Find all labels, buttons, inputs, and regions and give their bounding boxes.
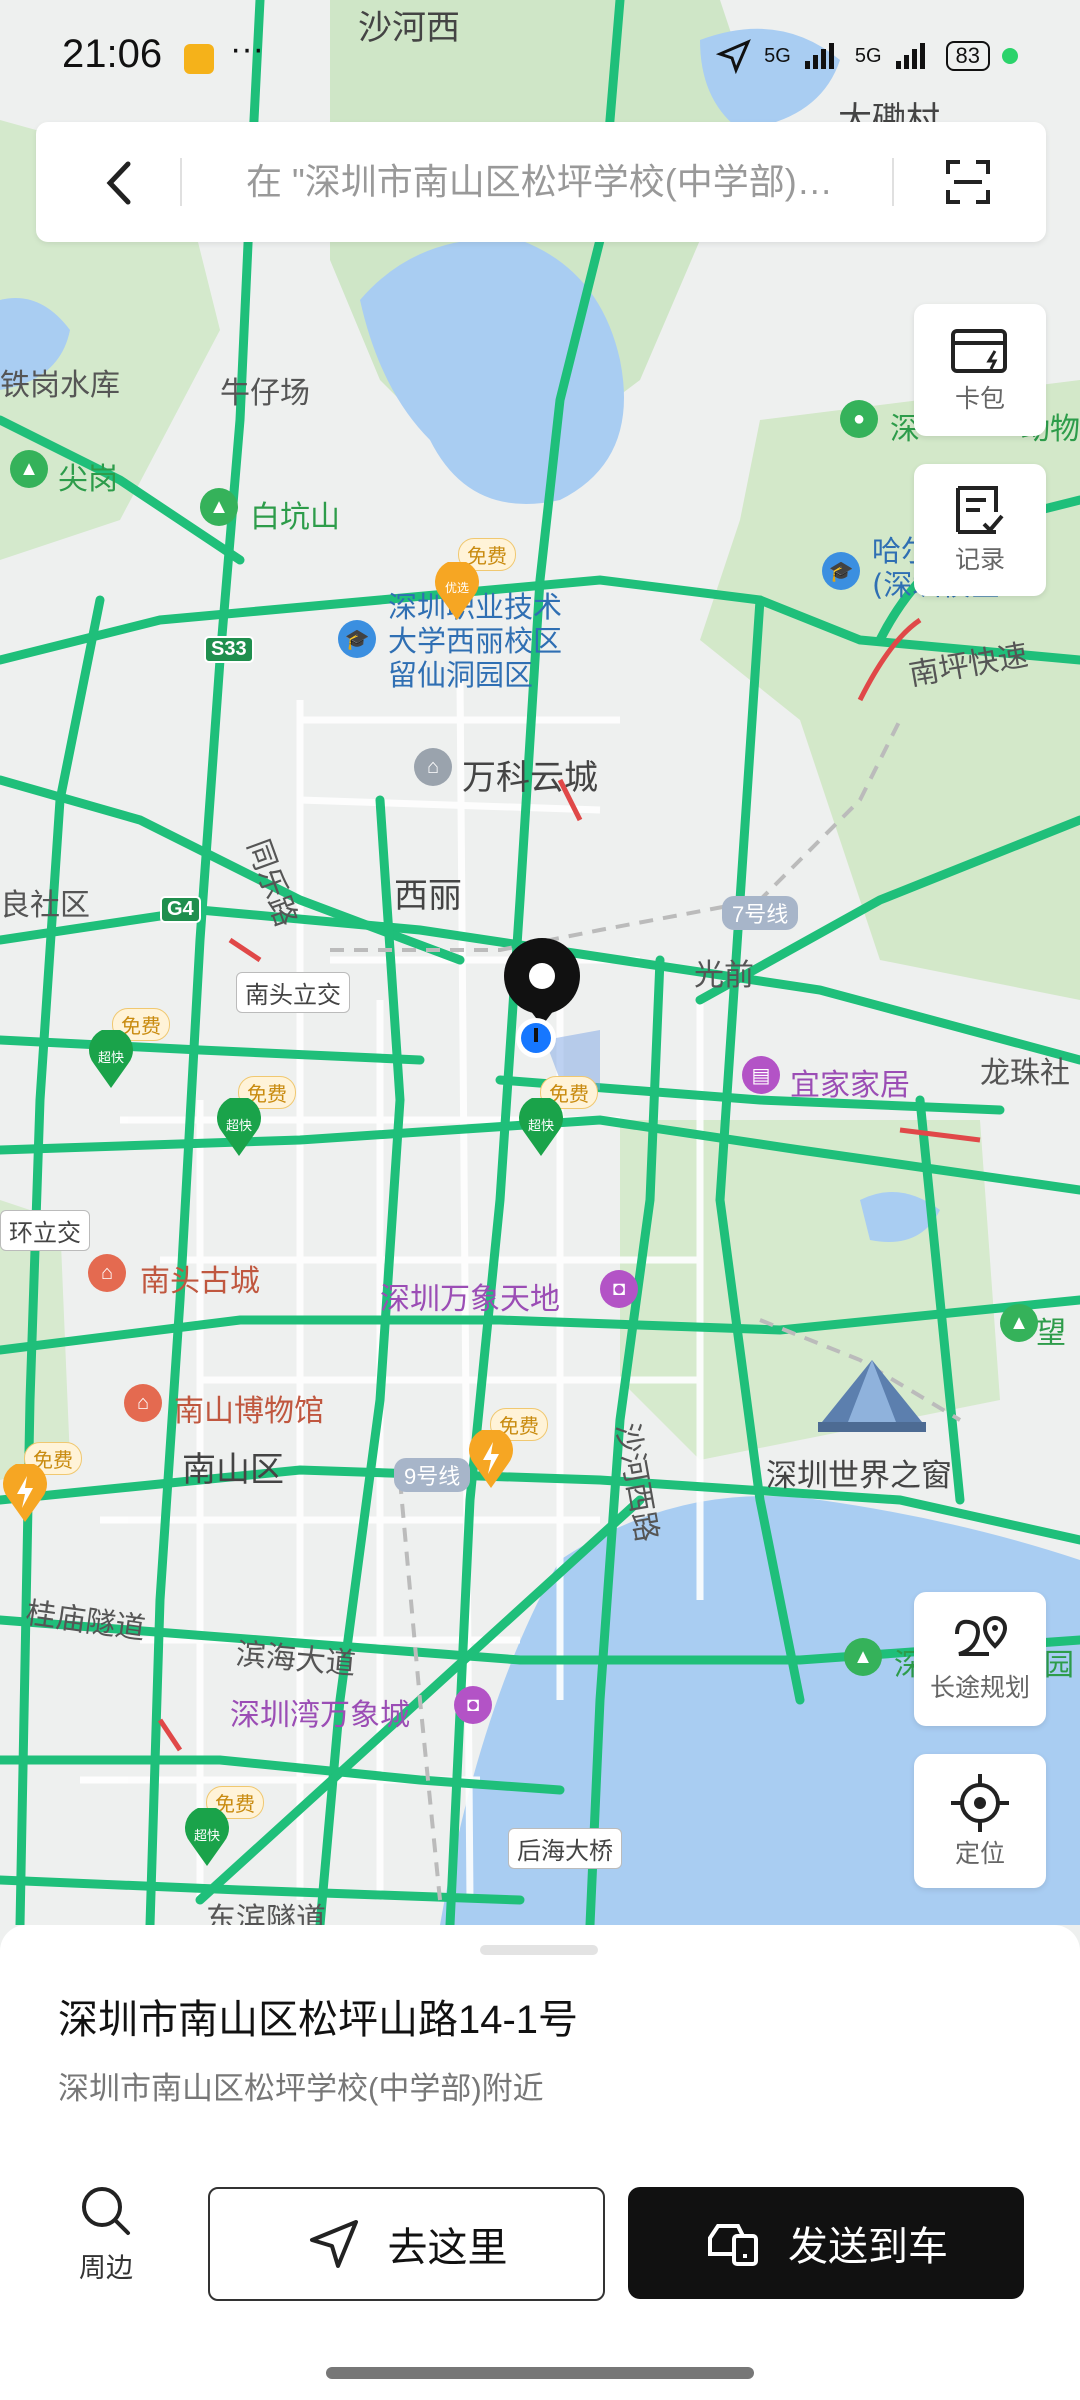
send-to-car-label: 发送到车 (788, 2225, 948, 2269)
university-icon[interactable]: 🎓 (822, 552, 860, 590)
search-icon (82, 2187, 130, 2235)
fast-charging-pin-icon[interactable]: 超快 (182, 1808, 232, 1868)
fast-charging-pin-icon[interactable]: 超快 (516, 1098, 566, 1158)
map-label-nantou-litong: 南头立交 (236, 972, 350, 1013)
park-icon[interactable]: ▲ (844, 1638, 882, 1676)
selected-location-pin-icon[interactable] (500, 936, 584, 1066)
metro-line-7-tag: 7号线 (722, 896, 799, 930)
scenic-spot-icon[interactable]: ⌂ (88, 1254, 126, 1292)
scan-icon[interactable] (944, 158, 992, 206)
map-label-window: 深圳世界之窗 (766, 1458, 952, 1494)
pyramid-landmark-icon[interactable] (818, 1356, 926, 1436)
map-label-wang: 望 (1036, 1316, 1066, 1351)
map-label-shahe: 沙河西 (358, 8, 460, 48)
map-label-baikengshan: 白坑山 (250, 500, 340, 535)
status-bar-right: 5G 5G 83 (716, 38, 1018, 74)
map-label-nantou-gucheng: 南头古城 (140, 1264, 260, 1299)
mountain-icon[interactable]: ▲ (200, 488, 238, 526)
place-address: 深圳市南山区松坪山路14-1号 (58, 1998, 579, 2042)
battery-level: 83 (945, 41, 990, 71)
long-trip-button[interactable]: 长途规划 (914, 1592, 1046, 1726)
charging-pin-label: 优选 (445, 581, 469, 595)
network-label-1: 5G (764, 44, 791, 67)
back-arrow-icon[interactable] (96, 158, 142, 208)
wallet-card-icon (951, 329, 1007, 373)
map-label-houhai: 后海大桥 (508, 1828, 622, 1869)
locate-button[interactable]: 定位 (914, 1754, 1046, 1888)
send-to-car-icon (708, 2224, 758, 2266)
map-label-nanshan: 南山区 (182, 1450, 284, 1490)
shopping-icon[interactable]: ◘ (454, 1686, 492, 1724)
send-to-car-button[interactable]: 发送到车 (628, 2187, 1024, 2299)
charging-pin-label: 超快 (226, 1119, 252, 1134)
charging-station-pin-icon[interactable] (466, 1430, 516, 1490)
privacy-dot-icon (1002, 48, 1018, 64)
map-label-bay-mall: 深圳湾万象城 (230, 1698, 410, 1733)
highway-shield-s33: S33 (204, 636, 254, 663)
notification-app-icon (184, 44, 214, 74)
records-button[interactable]: 记录 (914, 464, 1046, 596)
charging-station-pin-icon[interactable] (0, 1464, 50, 1524)
charging-pin-label: 超快 (528, 1119, 554, 1134)
home-indicator[interactable] (326, 2367, 754, 2379)
university-icon[interactable]: 🎓 (338, 620, 376, 658)
go-here-label: 去这里 (387, 2226, 508, 2270)
fast-charging-pin-icon[interactable]: 超快 (214, 1098, 264, 1158)
residential-icon[interactable]: ⌂ (414, 748, 452, 786)
charging-pin-label: 超快 (194, 1829, 220, 1844)
map-label-wanke: 万科云城 (462, 758, 598, 798)
map-label-xili: 西丽 (394, 876, 462, 916)
long-trip-label: 长途规划 (929, 1674, 1030, 1702)
search-divider (892, 158, 894, 206)
map-label-longzhu: 龙珠社 (980, 1056, 1070, 1091)
network-label-2: 5G (854, 44, 882, 67)
museum-icon[interactable]: ⌂ (124, 1384, 162, 1422)
go-here-button[interactable]: 去这里 (208, 2187, 605, 2301)
fast-charging-pin-icon[interactable]: 超快 (86, 1030, 136, 1090)
highway-shield-g4: G4 (160, 896, 201, 923)
map-label-tiegang: 铁岗水库 (0, 368, 120, 403)
mountain-icon[interactable]: ▲ (10, 450, 48, 488)
search-input[interactable]: 在 "深圳市南山区松坪学校(中学部)… (246, 122, 946, 242)
search-divider (180, 158, 182, 206)
nearby-label: 周边 (79, 2253, 133, 2283)
search-bar[interactable]: 在 "深圳市南山区松坪学校(中学部)… (36, 122, 1046, 242)
records-check-icon (956, 486, 1004, 534)
map-label-liang: 良社区 (0, 888, 90, 923)
records-label: 记录 (954, 546, 1005, 574)
charging-pin-label: 超快 (98, 1051, 124, 1066)
location-arrow-icon (716, 39, 751, 74)
locate-crosshair-icon (951, 1774, 1009, 1832)
shopping-icon[interactable]: ◘ (600, 1270, 638, 1308)
map-label-guangqian: 光前 (694, 958, 754, 993)
navigate-arrow-icon (309, 2220, 358, 2268)
place-detail-sheet[interactable]: 深圳市南山区松坪山路14-1号 深圳市南山区松坪学校(中学部)附近 周边 去这里… (0, 1925, 1080, 2400)
place-near-text: 深圳市南山区松坪学校(中学部)附近 (58, 2071, 544, 2106)
map-label-jiangang: 尖岗 (58, 462, 118, 497)
furniture-store-icon[interactable]: ▤ (742, 1056, 780, 1094)
map-label-wanxiang: 深圳万象天地 (380, 1282, 560, 1317)
more-notifications-icon: ··· (230, 30, 264, 68)
map-label-yijia: 宜家家居 (790, 1068, 910, 1103)
zoo-icon[interactable]: ● (840, 400, 878, 438)
signal-icon (804, 43, 834, 69)
map-label-niuzaichang: 牛仔场 (220, 376, 310, 411)
route-plan-icon (955, 1615, 1008, 1656)
wallet-label: 卡包 (954, 385, 1005, 413)
status-time: 21:06 (62, 32, 163, 76)
sheet-drag-handle[interactable] (480, 1945, 598, 1955)
charging-station-pin-icon[interactable]: 优选 (432, 562, 482, 622)
locate-label: 定位 (954, 1840, 1005, 1868)
nearby-button[interactable]: 周边 (70, 2183, 142, 2285)
map-label-huan: 环立交 (0, 1210, 90, 1251)
wallet-button[interactable]: 卡包 (914, 304, 1046, 436)
map-label-museum: 南山博物馆 (174, 1394, 324, 1429)
park-icon[interactable]: ▲ (1000, 1304, 1038, 1342)
metro-line-9-tag: 9号线 (394, 1458, 471, 1492)
signal-icon (895, 43, 925, 69)
map-label-yuan: 园 (1044, 1648, 1074, 1683)
